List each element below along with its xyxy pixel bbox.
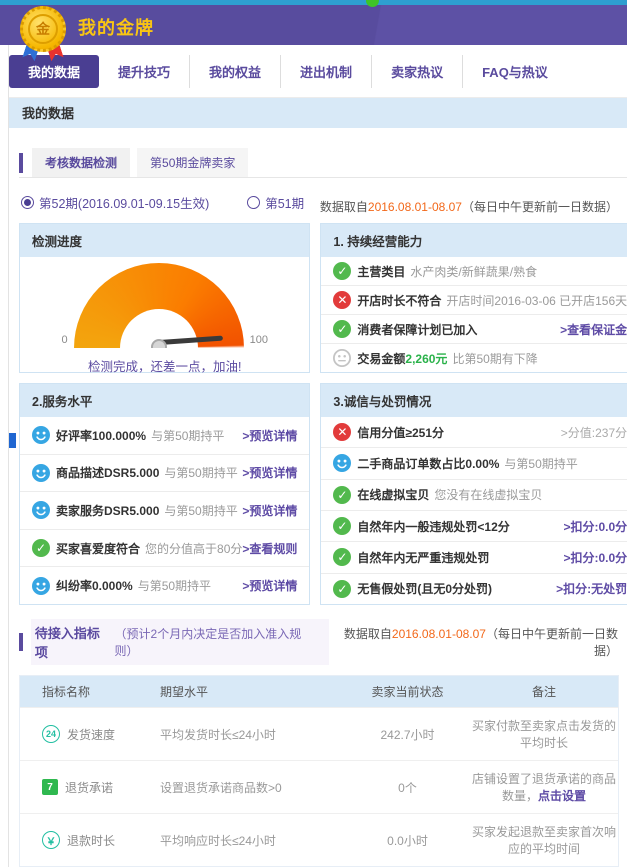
panel2-title: 2.服务水平 — [20, 384, 309, 417]
data-date-range: 2016.08.01-08.07 — [392, 627, 486, 641]
subtab-assessment-check[interactable]: 考核数据检测 — [32, 148, 130, 177]
metric-row: 商品描述DSR5.000 与第50期持平 >预览详情 — [20, 455, 309, 493]
panel-service-level: 2.服务水平 好评率100.000% 与第50期持平 >预览详情 商品描述DSR… — [19, 383, 310, 605]
metric-row: 二手商品订单数占比0.00% 与第50期持平 — [321, 448, 627, 479]
pending-section-header: 待接入指标项 （预计2个月内决定是否加入准入规则） 数据取自2016.08.01… — [19, 619, 619, 665]
panel3-title: 3.诚信与处罚情况 — [321, 384, 627, 417]
refund-yuan-icon: ￥ — [42, 831, 60, 849]
panel-progress: 检测进度 0 100 检测完成，还差一点，加油! — [19, 223, 310, 373]
col-current-status: 卖家当前状态 — [345, 683, 470, 700]
pending-accent-bar — [19, 633, 23, 651]
pending-indicators-table: 指标名称 期望水平 卖家当前状态 备注 24 发货速度 平均发货时长≤24小时 … — [19, 675, 619, 867]
metric-row: 纠纷率0.000% 与第50期持平 >预览详情 — [20, 567, 309, 604]
page-header: 金 我的金牌 — [0, 5, 627, 45]
panel-progress-title: 检测进度 — [20, 224, 309, 257]
metric-row: ✕ 开店时长不符合 开店时间2016-03-06 已开店156天 — [321, 286, 627, 315]
data-source-note: 数据取自2016.08.01-08.07（每日中午更新前一日数据） — [329, 625, 618, 659]
medal-character: 金 — [28, 14, 58, 44]
page-title: 我的金牌 — [78, 14, 154, 40]
check-icon: ✓ — [333, 517, 351, 535]
radio-period-51[interactable]: 第51期 — [247, 193, 304, 212]
seven-day-badge-icon: 7 — [42, 779, 58, 795]
gold-medal-icon: 金 — [18, 4, 70, 62]
check-icon: ✓ — [333, 580, 351, 598]
metric-row: ✓ 自然年内一般违规处罚<12分 >扣分:0.0分 — [321, 511, 627, 542]
tab-my-rights[interactable]: 我的权益 — [189, 55, 280, 88]
view-deposit-link[interactable]: >查看保证金 — [560, 321, 627, 338]
top-edge-strip — [0, 0, 627, 5]
cross-icon: ✕ — [333, 423, 351, 441]
credit-score-value: >分值:237分 — [561, 424, 627, 441]
deduction-link[interactable]: >扣分:0.0分 — [563, 549, 627, 566]
metric-row: ✓ 主营类目 水产肉类/新鲜蔬果/熟食 — [321, 257, 627, 286]
radio-selected-icon[interactable] — [21, 196, 34, 209]
metric-panels: 检测进度 0 100 检测完成，还差一点，加油! 1. 持续经营能力 — [19, 223, 619, 605]
check-icon: ✓ — [333, 320, 351, 338]
neutral-face-icon — [333, 349, 351, 367]
gauge-hub — [151, 339, 167, 348]
left-edge-blue-tab — [9, 433, 16, 448]
transaction-amount: 2,260元 — [405, 350, 447, 367]
smiley-icon — [32, 577, 50, 595]
pending-subtitle: （预计2个月内决定是否加入准入规则） — [115, 625, 319, 659]
progress-gauge: 0 100 — [55, 257, 273, 348]
gauge-caption: 检测完成，还差一点，加油! — [88, 356, 241, 375]
smiley-icon — [32, 464, 50, 482]
table-header-row: 指标名称 期望水平 卖家当前状态 备注 — [20, 676, 618, 707]
check-icon: ✓ — [333, 486, 351, 504]
metric-row: ✓ 无售假处罚(且无0分处罚) >扣分:无处罚 — [321, 574, 627, 604]
metric-row: ✕ 信用分值≥251分 >分值:237分 — [321, 417, 627, 448]
deduction-link[interactable]: >扣分:无处罚 — [556, 580, 627, 597]
gauge-max-label: 100 — [250, 334, 268, 346]
metric-row: ✓ 在线虚拟宝贝 您没有在线虚拟宝贝 — [321, 480, 627, 511]
smiley-icon — [32, 426, 50, 444]
metric-row: 好评率100.000% 与第50期持平 >预览详情 — [20, 417, 309, 455]
col-indicator-name: 指标名称 — [20, 683, 160, 700]
preview-detail-link[interactable]: >预览详情 — [242, 427, 297, 444]
preview-detail-link[interactable]: >预览详情 — [242, 464, 297, 481]
tab-entry-exit[interactable]: 进出机制 — [280, 55, 371, 88]
deduction-link[interactable]: >扣分:0.0分 — [563, 518, 627, 535]
view-rules-link[interactable]: >查看规则 — [242, 540, 297, 557]
subtab-accent-bar — [19, 153, 23, 173]
col-expected-level: 期望水平 — [160, 683, 345, 700]
check-icon: ✓ — [32, 539, 50, 557]
table-row: 24 发货速度 平均发货时长≤24小时 242.7小时 买家付款至卖家点击发货的… — [20, 707, 618, 760]
panel1-title: 1. 持续经营能力 — [321, 224, 627, 257]
check-icon: ✓ — [333, 548, 351, 566]
metric-row: 交易金额 2,260元 比第50期有下降 — [321, 344, 627, 372]
metric-row: ✓ 自然年内无严重违规处罚 >扣分:0.0分 — [321, 542, 627, 573]
check-icon: ✓ — [333, 262, 351, 280]
preview-detail-link[interactable]: >预览详情 — [242, 577, 297, 594]
radio-unselected-icon[interactable] — [247, 196, 260, 209]
clock-24-icon: 24 — [42, 725, 60, 743]
tab-improve-skills[interactable]: 提升技巧 — [99, 55, 189, 88]
page-content: 我的数据 提升技巧 我的权益 进出机制 卖家热议 FAQ与热议 我的数据 考核数… — [8, 45, 627, 867]
tab-faq[interactable]: FAQ与热议 — [462, 55, 567, 88]
table-row: 7 退货承诺 设置退货承诺商品数>0 0个 店铺设置了退货承诺的商品数量，点击设… — [20, 760, 618, 813]
preview-detail-link[interactable]: >预览详情 — [242, 502, 297, 519]
metric-row: 卖家服务DSR5.000 与第50期持平 >预览详情 — [20, 492, 309, 530]
pending-title: 待接入指标项 — [35, 623, 111, 661]
table-row: ￥ 退款时长 平均响应时长≤24小时 0.0小时 买家发起退款至卖家首次响应的平… — [20, 813, 618, 866]
subtab-row: 考核数据检测 第50期金牌卖家 — [19, 148, 627, 178]
panel-integrity-punishment: 3.诚信与处罚情况 ✕ 信用分值≥251分 >分值:237分 二手商品订单数占比… — [320, 383, 627, 605]
section-title: 我的数据 — [9, 97, 627, 128]
smiley-icon — [333, 454, 351, 472]
main-nav-tabs: 我的数据 提升技巧 我的权益 进出机制 卖家热议 FAQ与热议 — [9, 45, 627, 97]
panel-continuous-operation: 1. 持续经营能力 ✓ 主营类目 水产肉类/新鲜蔬果/熟食 ✕ 开店时长不符合 … — [320, 223, 627, 373]
gauge-min-label: 0 — [61, 334, 67, 346]
data-date-range: 2016.08.01-08.07 — [368, 200, 462, 214]
click-to-set-link[interactable]: 点击设置 — [538, 789, 586, 803]
radio-period-52[interactable]: 第52期(2016.09.01-09.15生效) — [21, 193, 209, 212]
tab-seller-discussion[interactable]: 卖家热议 — [371, 55, 462, 88]
cross-icon: ✕ — [333, 291, 351, 309]
metric-row: ✓ 买家喜爱度符合 您的分值高于80分 >查看规则 — [20, 530, 309, 568]
col-remark: 备注 — [470, 683, 618, 700]
metric-row: ✓ 消费者保障计划已加入 >查看保证金 — [321, 315, 627, 344]
smiley-icon — [32, 501, 50, 519]
subtab-period50-sellers[interactable]: 第50期金牌卖家 — [137, 148, 248, 177]
